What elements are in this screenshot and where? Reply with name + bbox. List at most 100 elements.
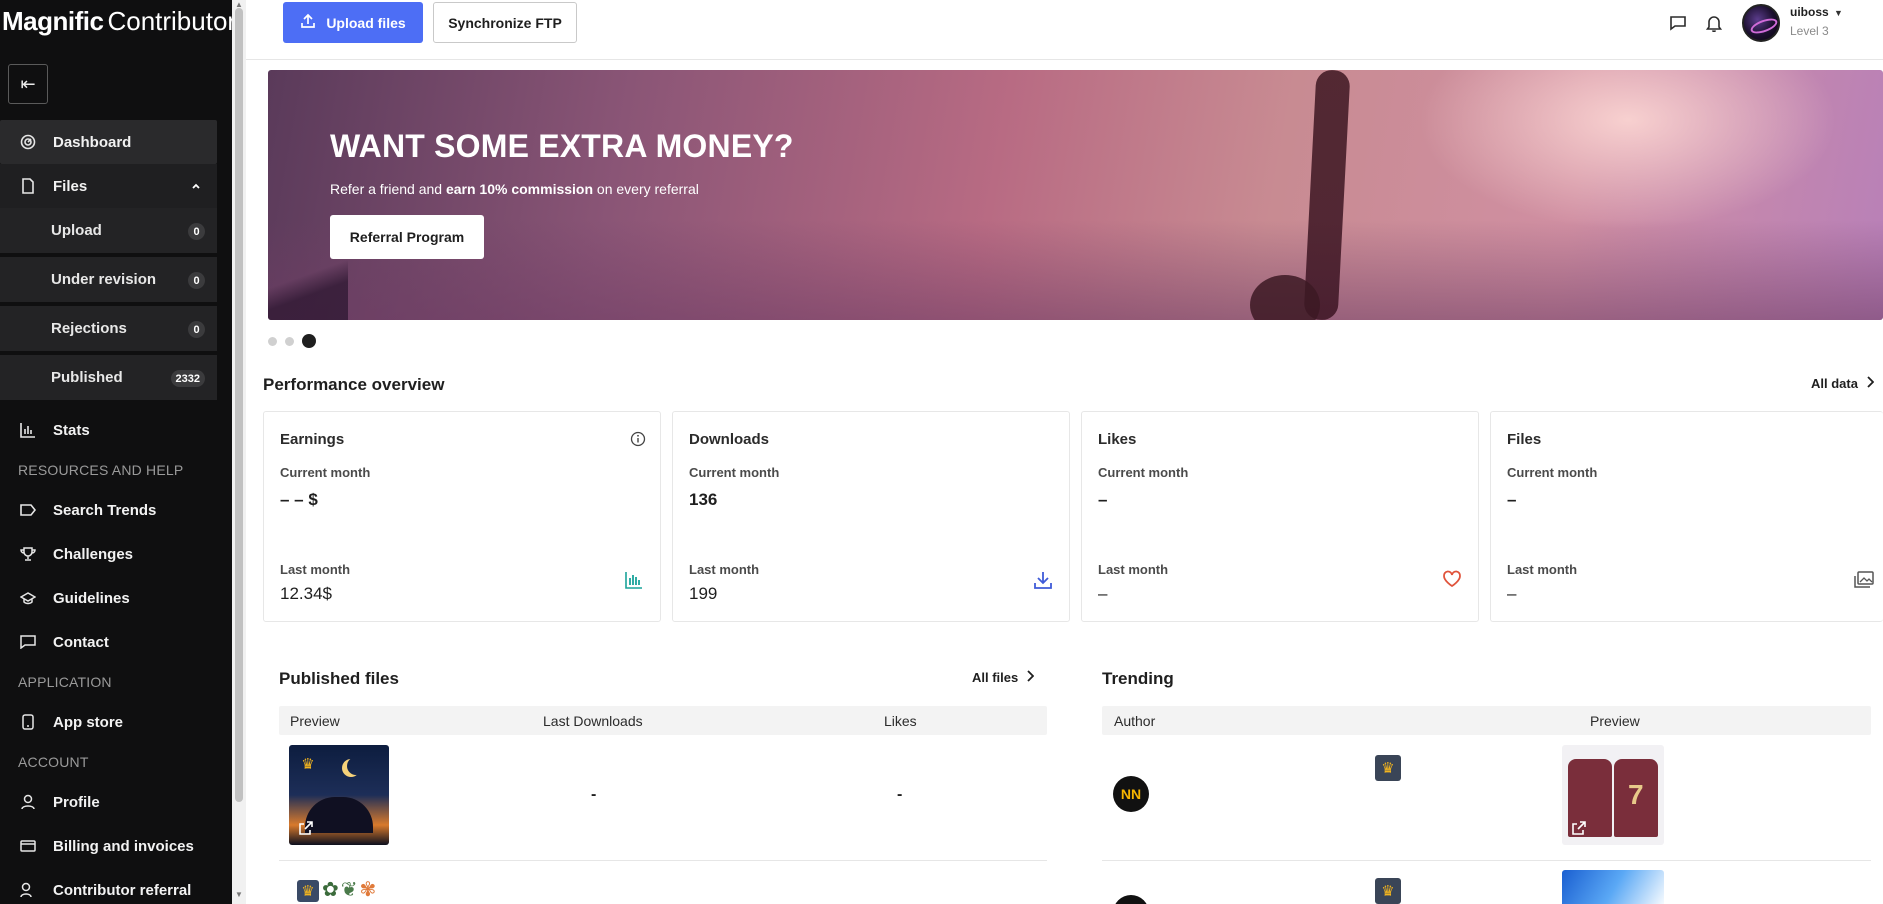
last-month-label: Last month: [1507, 562, 1578, 577]
count-badge: 0: [188, 223, 205, 240]
sidebar-item-app-store[interactable]: App store: [0, 700, 217, 744]
graduation-cap-icon: [20, 590, 36, 606]
external-link-icon[interactable]: [1571, 820, 1587, 839]
scroll-down-icon[interactable]: ▼: [235, 890, 243, 899]
brand-suffix: Contributors: [107, 6, 232, 36]
sidebar-item-label: Files: [53, 177, 88, 195]
section-label-resources: RESOURCES AND HELP: [18, 462, 184, 478]
brand-logo[interactable]: MagnificContributors: [2, 6, 232, 36]
sidebar-item-search-trends[interactable]: Search Trends: [0, 488, 217, 532]
sidebar-subitem-label: Under revision: [51, 271, 157, 288]
bar-chart-icon: [624, 570, 644, 595]
banner-subtitle: Refer a friend and earn 10% commission o…: [330, 181, 699, 197]
card-title: Likes: [1098, 431, 1137, 448]
all-files-label: All files: [972, 670, 1019, 685]
user-level: Level 3: [1790, 24, 1829, 38]
sidebar-subitem-label: Rejections: [51, 320, 127, 337]
banner-sub-post: on every referral: [593, 181, 699, 197]
sidebar-subitem-published[interactable]: Published 2332: [0, 355, 217, 402]
author-avatar[interactable]: NN: [1113, 776, 1149, 812]
sidebar-item-label: App store: [53, 713, 124, 731]
premium-crown-icon: ♛: [301, 756, 315, 773]
last-month-label: Last month: [280, 562, 351, 577]
current-month-value: 136: [689, 490, 718, 509]
topbar: Upload files Synchronize FTP uiboss ▼ Le…: [246, 0, 1883, 60]
chat-icon: [20, 634, 36, 650]
banner-haze: [268, 220, 1883, 320]
moon-shape: [347, 757, 365, 775]
current-month-label: Current month: [689, 465, 780, 480]
carousel-dot[interactable]: [268, 336, 277, 346]
trending-preview-thumbnail-2[interactable]: [1562, 870, 1664, 904]
sidebar-subitem-label: Published: [51, 369, 123, 386]
notifications-icon[interactable]: [1703, 12, 1725, 34]
last-month-value: 12.34$: [280, 584, 332, 603]
file-icon: [20, 178, 36, 194]
chevron-right-icon: [1026, 670, 1035, 685]
referral-program-button[interactable]: Referral Program: [330, 215, 484, 259]
chevron-right-icon: [1866, 376, 1875, 391]
current-month-value: – – $: [280, 490, 318, 509]
sidebar-item-stats[interactable]: Stats: [0, 408, 217, 452]
phone-icon: [20, 714, 36, 730]
images-icon: [1853, 570, 1875, 595]
current-month-value: –: [1098, 490, 1108, 509]
sidebar-item-challenges[interactable]: Challenges: [0, 532, 217, 576]
last-downloads-cell: -: [591, 786, 597, 803]
row-divider: [1102, 860, 1871, 861]
carousel-dot-active[interactable]: [302, 334, 316, 348]
card-title: Earnings: [280, 431, 345, 448]
brand-name: Magnific: [2, 6, 104, 36]
column-header-author: Author: [1114, 713, 1156, 729]
user-name[interactable]: uiboss: [1790, 5, 1829, 19]
info-icon[interactable]: [630, 431, 646, 452]
column-header-preview: Preview: [1590, 713, 1640, 729]
row-divider: [279, 860, 1047, 861]
published-files-title: Published files: [279, 669, 399, 688]
sidebar-scrollbar[interactable]: ▲ ▼: [232, 0, 246, 904]
user-avatar[interactable]: [1742, 4, 1780, 42]
all-data-label: All data: [1811, 376, 1858, 391]
synchronize-ftp-button[interactable]: Synchronize FTP: [433, 2, 577, 43]
sidebar-item-billing[interactable]: Billing and invoices: [0, 824, 217, 868]
upload-files-button[interactable]: Upload files: [283, 2, 423, 43]
last-month-value: –: [1507, 584, 1517, 603]
premium-crown-icon: ♛: [297, 880, 319, 902]
published-file-thumbnail-2[interactable]: ✿ ❦ ✾: [322, 876, 376, 904]
flower-icon: ✿: [322, 879, 339, 901]
card-title: Files: [1507, 431, 1542, 448]
sidebar-item-contact[interactable]: Contact: [0, 620, 217, 664]
card-title: Downloads: [689, 431, 770, 448]
sidebar-item-dashboard[interactable]: Dashboard: [0, 120, 217, 164]
sidebar-item-files[interactable]: Files: [0, 164, 217, 208]
sidebar-subitem-upload[interactable]: Upload 0: [0, 208, 217, 255]
external-link-icon[interactable]: [298, 820, 314, 839]
count-badge: 0: [188, 272, 205, 289]
sidebar-item-label: Contributor referral: [53, 881, 192, 899]
scrollbar-thumb[interactable]: [235, 8, 243, 802]
carousel-dot[interactable]: [285, 336, 294, 346]
jersey-number: 7: [1628, 779, 1644, 810]
column-header-preview: Preview: [290, 713, 340, 729]
sidebar-item-profile[interactable]: Profile: [0, 780, 217, 824]
sidebar-subitem-rejections[interactable]: Rejections 0: [0, 306, 217, 353]
sidebar-item-guidelines[interactable]: Guidelines: [0, 576, 217, 620]
premium-crown-icon: ♛: [1375, 878, 1401, 904]
last-month-label: Last month: [689, 562, 760, 577]
sidebar-item-label: Challenges: [53, 545, 134, 563]
downloads-card: Downloads Current month 136 Last month 1…: [672, 411, 1070, 622]
sidebar-item-contributor-referral[interactable]: Contributor referral: [0, 868, 217, 904]
tag-icon: [20, 502, 36, 518]
all-files-link[interactable]: All files: [972, 670, 1035, 685]
sidebar-item-label: Stats: [53, 421, 90, 439]
credit-card-icon: [20, 838, 36, 854]
messages-icon[interactable]: [1667, 12, 1689, 34]
collapse-sidebar-button[interactable]: ⇤: [8, 64, 48, 104]
sidebar-item-label: Search Trends: [53, 501, 157, 519]
all-data-link[interactable]: All data: [1811, 376, 1875, 391]
caret-down-icon[interactable]: ▼: [1834, 8, 1843, 18]
sidebar-subitem-under-revision[interactable]: Under revision 0: [0, 257, 217, 304]
author-avatar-2[interactable]: [1113, 895, 1149, 904]
last-month-value: –: [1098, 584, 1108, 603]
performance-title: Performance overview: [263, 375, 445, 394]
